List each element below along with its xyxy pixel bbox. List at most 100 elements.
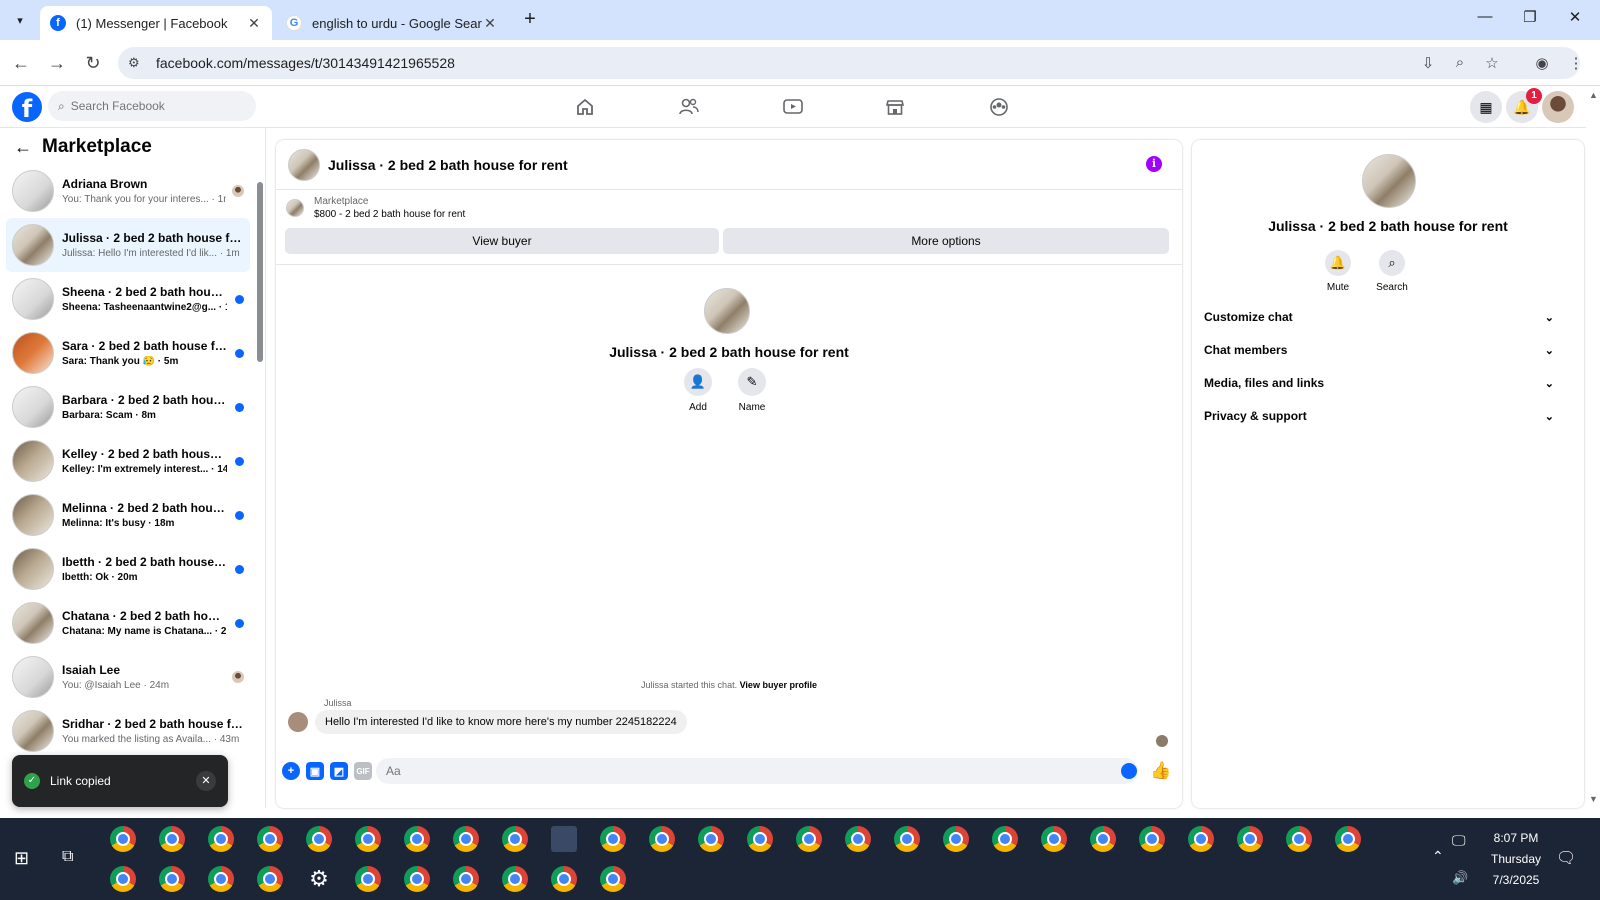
conversation-item[interactable]: Sara · 2 bed 2 bath house for ... Sara: T…	[6, 326, 250, 380]
profile-icon[interactable]: ◉	[1532, 54, 1552, 74]
chrome-taskbar-icon[interactable]	[1237, 826, 1263, 852]
message-bubble[interactable]: Hello I'm interested I'd like to know mo…	[315, 710, 687, 734]
privacy-support-section[interactable]: Privacy & support ⌄	[1204, 401, 1554, 431]
conversation-item[interactable]: Chatana · 2 bed 2 bath house ... Chatana:…	[6, 596, 250, 650]
tab-search-chevron-icon[interactable]: ▾	[8, 8, 32, 32]
back-button[interactable]: ←	[8, 50, 34, 76]
windows-start-icon[interactable]: ⊞	[14, 848, 29, 869]
plus-icon[interactable]: +	[282, 762, 300, 780]
conversation-item[interactable]: Adriana Brown You: Thank you for your int…	[6, 164, 250, 218]
close-window-button[interactable]: ✕	[1560, 8, 1590, 26]
chrome-taskbar-icon[interactable]	[1286, 826, 1312, 852]
chrome-taskbar-icon[interactable]	[355, 866, 381, 892]
photo-icon[interactable]: ▣	[306, 762, 324, 780]
site-info-icon[interactable]: ⚙	[128, 55, 148, 71]
conversation-item[interactable]: Melinna · 2 bed 2 bath house ... Melinna:…	[6, 488, 250, 542]
chrome-taskbar-icon[interactable]	[453, 826, 479, 852]
view-buyer-button[interactable]: View buyer	[285, 228, 719, 254]
network-icon[interactable]: 🖵	[1452, 832, 1466, 849]
chrome-taskbar-icon[interactable]	[649, 826, 675, 852]
listing-summary[interactable]: Marketplace $800 - 2 bed 2 bath house fo…	[286, 196, 465, 220]
tab-messenger[interactable]: f (1) Messenger | Facebook ✕	[40, 6, 272, 40]
tab-close-icon[interactable]: ✕	[482, 15, 498, 32]
chat-title[interactable]: Julissa · 2 bed 2 bath house for rent	[328, 157, 568, 173]
action-center-icon[interactable]: 🗨	[1556, 848, 1576, 868]
chrome-taskbar-icon[interactable]	[845, 826, 871, 852]
chrome-taskbar-icon[interactable]	[992, 826, 1018, 852]
chrome-taskbar-icon[interactable]	[453, 866, 479, 892]
menu-grid-icon[interactable]: ▦	[1470, 91, 1502, 123]
info-icon[interactable]: i	[1146, 156, 1162, 172]
more-options-button[interactable]: More options	[723, 228, 1169, 254]
chrome-taskbar-icon[interactable]	[159, 866, 185, 892]
chrome-taskbar-icon[interactable]	[747, 826, 773, 852]
chrome-taskbar-icon[interactable]	[1041, 826, 1067, 852]
chrome-menu-icon[interactable]: ⋮	[1566, 54, 1586, 74]
chrome-taskbar-icon[interactable]	[208, 826, 234, 852]
chrome-taskbar-icon[interactable]	[600, 826, 626, 852]
sender-avatar[interactable]	[288, 712, 308, 732]
chrome-taskbar-icon[interactable]	[894, 826, 920, 852]
tray-chevron-up-icon[interactable]: ⌃	[1432, 848, 1444, 865]
chrome-taskbar-icon[interactable]	[1090, 826, 1116, 852]
view-buyer-profile-link[interactable]: View buyer profile	[740, 680, 817, 690]
volume-icon[interactable]: 🔊	[1452, 870, 1468, 886]
chrome-taskbar-icon[interactable]	[110, 866, 136, 892]
conversation-item[interactable]: Ibetth · 2 bed 2 bath house fo... Ibetth:…	[6, 542, 250, 596]
add-people-button[interactable]: 👤 Add	[668, 368, 728, 413]
conversation-item[interactable]: Kelley · 2 bed 2 bath house fo... Kelley:…	[6, 434, 250, 488]
conversation-item[interactable]: Barbara · 2 bed 2 bath house ... Barbara:…	[6, 380, 250, 434]
chrome-taskbar-icon[interactable]	[159, 826, 185, 852]
edit-name-button[interactable]: ✎ Name	[722, 368, 782, 413]
app-taskbar-icon[interactable]	[551, 826, 577, 852]
emoji-icon[interactable]	[1121, 763, 1137, 779]
url-text[interactable]: facebook.com/messages/t/3014349142196552…	[156, 55, 1580, 71]
back-arrow-icon[interactable]: ←	[14, 137, 32, 158]
chrome-taskbar-icon[interactable]	[943, 826, 969, 852]
new-tab-button[interactable]: +	[518, 8, 542, 31]
account-avatar[interactable]	[1542, 91, 1574, 123]
search-in-chat-button[interactable]: ⌕ Search	[1362, 250, 1422, 293]
chat-members-section[interactable]: Chat members ⌄	[1204, 335, 1554, 365]
scroll-down-icon[interactable]: ▼	[1589, 794, 1598, 804]
customize-chat-section[interactable]: Customize chat ⌄	[1204, 302, 1554, 332]
page-scrollbar[interactable]: ▲ ▼	[1586, 86, 1600, 808]
task-view-icon[interactable]: ⧉	[62, 848, 73, 866]
chrome-taskbar-icon[interactable]	[502, 826, 528, 852]
chrome-taskbar-icon[interactable]	[600, 866, 626, 892]
thumbs-up-icon[interactable]: 👍	[1150, 761, 1171, 781]
conversation-item[interactable]: Isaiah Lee You: @Isaiah Lee · 24m	[6, 650, 250, 704]
chrome-taskbar-icon[interactable]	[1188, 826, 1214, 852]
minimize-button[interactable]: —	[1470, 8, 1500, 25]
restore-button[interactable]: ❐	[1515, 8, 1545, 26]
media-files-links-section[interactable]: Media, files and links ⌄	[1204, 368, 1554, 398]
chrome-taskbar-icon[interactable]	[1139, 826, 1165, 852]
scrollbar-thumb[interactable]	[257, 182, 263, 362]
chrome-taskbar-icon[interactable]	[355, 826, 381, 852]
zoom-icon[interactable]: ⌕	[1450, 54, 1470, 74]
facebook-search[interactable]: ⌕	[48, 91, 256, 121]
chrome-taskbar-icon[interactable]	[1335, 826, 1361, 852]
mute-button[interactable]: 🔔 Mute	[1308, 250, 1368, 293]
chrome-taskbar-icon[interactable]	[306, 826, 332, 852]
reload-button[interactable]: ↻	[80, 50, 106, 76]
chrome-taskbar-icon[interactable]	[404, 826, 430, 852]
conversation-item[interactable]: Sridhar · 2 bed 2 bath house for... You m…	[6, 704, 250, 758]
groups-icon[interactable]	[986, 94, 1012, 120]
chrome-taskbar-icon[interactable]	[110, 826, 136, 852]
chrome-taskbar-icon[interactable]	[698, 826, 724, 852]
chrome-taskbar-icon[interactable]	[257, 826, 283, 852]
facebook-search-input[interactable]	[70, 99, 231, 113]
conversation-item[interactable]: Julissa · 2 bed 2 bath house for ... Juli…	[6, 218, 250, 272]
chrome-taskbar-icon[interactable]	[551, 866, 577, 892]
sticker-icon[interactable]: ◩	[330, 762, 348, 780]
home-icon[interactable]	[572, 94, 598, 120]
omnibox[interactable]: ⚙ facebook.com/messages/t/30143491421965…	[118, 47, 1580, 79]
chrome-taskbar-icon[interactable]	[257, 866, 283, 892]
bookmark-star-icon[interactable]: ☆	[1482, 54, 1502, 74]
chrome-taskbar-icon[interactable]	[404, 866, 430, 892]
friends-icon[interactable]	[676, 94, 702, 120]
marketplace-icon[interactable]	[882, 94, 908, 120]
gif-icon[interactable]: GIF	[354, 762, 372, 780]
conversation-scrollbar[interactable]	[256, 168, 264, 828]
